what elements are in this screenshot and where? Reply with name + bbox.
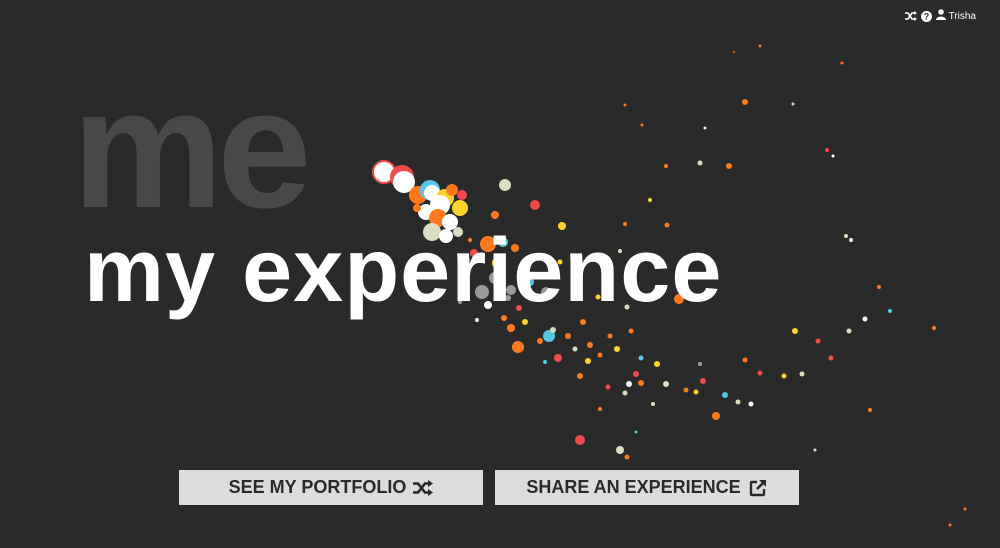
see-portfolio-button[interactable]: SEE MY PORTFOLIO: [179, 470, 483, 505]
see-portfolio-label: SEE MY PORTFOLIO: [228, 477, 407, 497]
page-title: my experience: [84, 221, 723, 321]
share-experience-button[interactable]: SHARE AN EXPERIENCE: [495, 470, 799, 505]
external-link-icon: [748, 478, 768, 498]
share-experience-label: SHARE AN EXPERIENCE: [526, 477, 741, 497]
shuffle-icon: [413, 478, 434, 498]
